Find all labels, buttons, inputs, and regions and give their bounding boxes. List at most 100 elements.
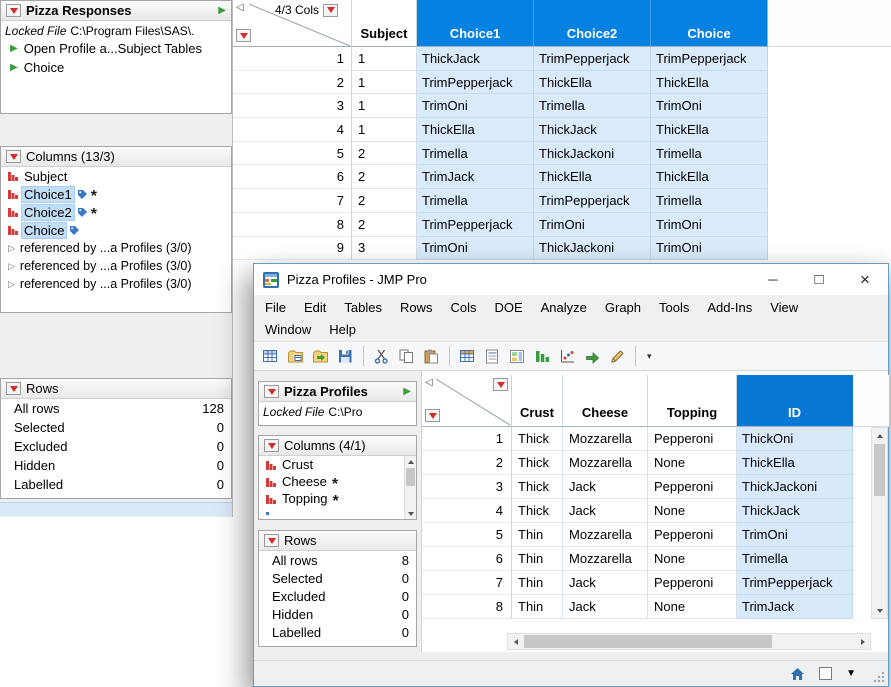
subject-cell[interactable]: 1 xyxy=(352,47,417,71)
choice-cell[interactable]: Trimella xyxy=(651,189,768,213)
rows-stat-row[interactable]: Labelled 0 xyxy=(259,623,416,641)
id-cell[interactable]: ThickElla xyxy=(737,451,853,475)
id-cell[interactable]: TrimOni xyxy=(737,523,853,547)
column-item-crust[interactable]: Crust xyxy=(259,456,404,473)
choice1-cell[interactable]: TrimPepperjack xyxy=(417,213,534,237)
choice1-cell[interactable]: Trimella xyxy=(417,189,534,213)
scroll-down-button[interactable] xyxy=(405,508,416,519)
topping-cell[interactable]: None xyxy=(648,547,737,571)
rows-stat-row[interactable]: Selected 0 xyxy=(259,569,416,587)
crust-cell[interactable]: Thin xyxy=(512,547,563,571)
vertical-scrollbar[interactable] xyxy=(871,427,888,619)
menu-item[interactable]: Tools xyxy=(650,296,698,318)
column-name[interactable]: Cheese xyxy=(280,474,329,489)
panel-expand-arrow-icon[interactable]: ▶ xyxy=(218,6,226,16)
open-file-icon[interactable] xyxy=(284,345,307,368)
crust-cell[interactable]: Thick xyxy=(512,475,563,499)
scroll-right-button[interactable] xyxy=(855,634,870,649)
copy-icon[interactable] xyxy=(395,345,418,368)
topping-cell[interactable]: Pepperoni xyxy=(648,475,737,499)
rows-stat-row[interactable]: Labelled 0 xyxy=(1,475,231,494)
column-reference-item[interactable]: ▷ referenced by ...a Profiles (3/0) xyxy=(1,275,231,293)
table-script-item[interactable]: ▶ Choice xyxy=(1,58,231,77)
column-item-clipped[interactable] xyxy=(259,507,404,515)
resize-grip[interactable] xyxy=(873,671,885,683)
choice-cell[interactable]: ThickElla xyxy=(651,118,768,142)
choice2-cell[interactable]: TrimOni xyxy=(534,213,651,237)
menu-item[interactable]: Rows xyxy=(391,296,442,318)
expand-triangle-icon[interactable]: ▷ xyxy=(8,279,15,290)
cheese-cell[interactable]: Jack xyxy=(563,595,648,619)
cheese-cell[interactable]: Mozzarella xyxy=(563,427,648,451)
crust-cell[interactable]: Thick xyxy=(512,499,563,523)
subject-cell[interactable]: 1 xyxy=(352,94,417,118)
topping-cell[interactable]: None xyxy=(648,499,737,523)
collapse-panels-icon[interactable]: ◁ xyxy=(236,2,244,13)
row-number-cell[interactable]: 3 xyxy=(233,94,352,118)
maximize-button[interactable]: □ xyxy=(796,264,842,295)
row-number-cell[interactable]: 7 xyxy=(422,571,512,595)
home-icon[interactable] xyxy=(790,667,805,681)
topping-cell[interactable]: Pepperoni xyxy=(648,571,737,595)
choice1-cell[interactable]: ThickElla xyxy=(417,118,534,142)
subject-cell[interactable]: 3 xyxy=(352,237,417,261)
rows-stat-row[interactable]: Excluded 0 xyxy=(259,587,416,605)
cheese-cell[interactable]: Jack xyxy=(563,499,648,523)
column-name[interactable]: Choice1 xyxy=(22,187,74,202)
scroll-down-button[interactable] xyxy=(872,603,887,618)
red-triangle-menu-icon[interactable] xyxy=(264,534,279,547)
crust-cell[interactable]: Thick xyxy=(512,427,563,451)
choice2-cell[interactable]: ThickJackoni xyxy=(534,237,651,261)
menu-item[interactable]: Window xyxy=(256,318,320,340)
rows-stat-row[interactable]: Hidden 0 xyxy=(259,605,416,623)
choice2-cell[interactable]: ThickElla xyxy=(534,71,651,95)
nominal-column-icon[interactable] xyxy=(265,493,277,505)
menu-item[interactable]: Cols xyxy=(441,296,485,318)
table-script-item[interactable]: ▶ Open Profile a...Subject Tables xyxy=(1,39,231,58)
row-number-cell[interactable]: 6 xyxy=(422,547,512,571)
panel-expand-arrow-icon[interactable]: ▶ xyxy=(403,387,411,397)
scroll-up-button[interactable] xyxy=(872,428,887,443)
annotate-icon[interactable] xyxy=(606,345,629,368)
data-view-toggle-icon[interactable] xyxy=(819,667,832,680)
column-item-cheese[interactable]: Cheese * xyxy=(259,473,404,490)
column-item-choice2[interactable]: Choice2 * xyxy=(1,203,231,221)
row-number-cell[interactable]: 8 xyxy=(233,213,352,237)
row-number-cell[interactable]: 3 xyxy=(422,475,512,499)
column-name[interactable]: Choice2 xyxy=(22,205,74,220)
row-number-cell[interactable]: 4 xyxy=(422,499,512,523)
collapse-panels-icon[interactable]: ◁ xyxy=(425,377,433,388)
choice-cell[interactable]: Trimella xyxy=(651,142,768,166)
id-cell[interactable]: TrimJack xyxy=(737,595,853,619)
choice-cell[interactable]: TrimOni xyxy=(651,213,768,237)
subject-cell[interactable]: 1 xyxy=(352,71,417,95)
choice2-cell[interactable]: ThickJackoni xyxy=(534,142,651,166)
choice1-cell[interactable]: Trimella xyxy=(417,142,534,166)
choice2-cell[interactable]: TrimPepperjack xyxy=(534,189,651,213)
row-number-cell[interactable]: 9 xyxy=(233,237,352,261)
column-item-choice1[interactable]: Choice1 * xyxy=(1,185,231,203)
crust-cell[interactable]: Thin xyxy=(512,523,563,547)
menu-item[interactable]: Graph xyxy=(596,296,650,318)
scrollbar-thumb[interactable] xyxy=(524,635,772,648)
menu-item[interactable]: View xyxy=(761,296,807,318)
row-number-cell[interactable]: 1 xyxy=(422,427,512,451)
crust-cell[interactable]: Thick xyxy=(512,451,563,475)
minimize-button[interactable]: ─ xyxy=(750,264,796,295)
column-header-choice2[interactable]: Choice2 xyxy=(534,0,651,47)
menu-item[interactable]: Analyze xyxy=(532,296,596,318)
rows-menu-red-triangle-icon[interactable] xyxy=(236,29,251,42)
nominal-column-icon[interactable] xyxy=(7,188,19,200)
row-number-cell[interactable]: 5 xyxy=(233,142,352,166)
cheese-cell[interactable]: Jack xyxy=(563,475,648,499)
topping-cell[interactable]: Pepperoni xyxy=(648,427,737,451)
menu-item[interactable]: Tables xyxy=(335,296,391,318)
rows-stat-row[interactable]: Selected 0 xyxy=(1,418,231,437)
nominal-column-icon[interactable] xyxy=(7,224,19,236)
column-item-choice[interactable]: Choice xyxy=(1,221,231,239)
row-number-cell[interactable]: 7 xyxy=(233,189,352,213)
menu-item[interactable]: Add-Ins xyxy=(698,296,761,318)
id-cell[interactable]: Trimella xyxy=(737,547,853,571)
column-header-subject[interactable]: Subject xyxy=(352,0,417,47)
column-name[interactable]: Choice xyxy=(22,223,66,238)
